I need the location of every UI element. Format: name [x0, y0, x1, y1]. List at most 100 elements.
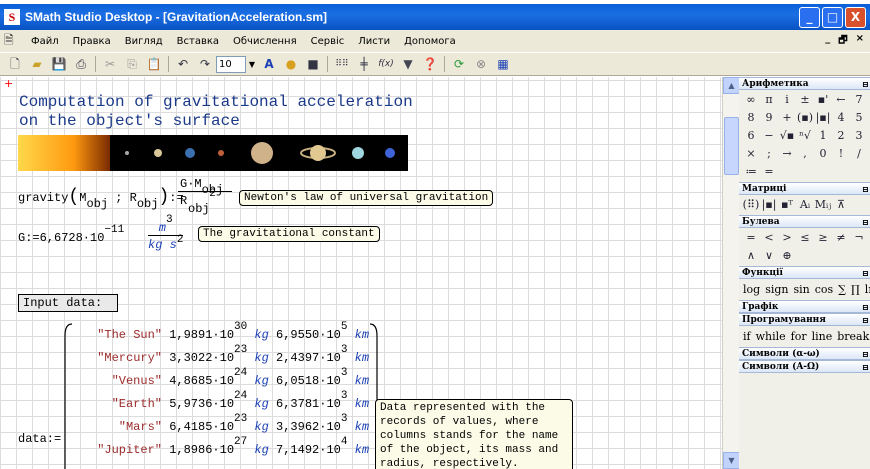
heading-line-2[interactable]: on the object's surface — [19, 112, 240, 130]
collapse-icon[interactable]: ⊟ — [862, 348, 870, 359]
panel-symbol-button[interactable]: ← — [832, 91, 850, 109]
font-size-dropdown-icon[interactable]: ▼ — [246, 56, 258, 73]
panel-function-button[interactable]: for — [791, 330, 807, 343]
smath-app-icon[interactable]: S — [4, 9, 20, 25]
panel-symbol-button[interactable]: ∧ — [742, 247, 760, 265]
document-icon[interactable]: 🗎 — [4, 31, 18, 52]
collapse-icon[interactable]: ⊟ — [862, 301, 870, 312]
open-folder-icon[interactable]: ▰ — [28, 55, 46, 73]
heading-line-1[interactable]: Computation of gravitational acceleratio… — [19, 93, 413, 111]
gravity-definition[interactable]: gravity(Mobj ; Robj):= — [18, 187, 184, 211]
table-row[interactable]: "The Sun" 1,9891·1030 kg 6,9550·105 km — [78, 321, 369, 342]
scroll-thumb[interactable] — [724, 117, 739, 175]
collapse-icon[interactable]: ⊟ — [862, 183, 870, 194]
scroll-up-icon[interactable]: ▲ — [723, 77, 740, 94]
panel-symbol-button[interactable]: < — [760, 229, 778, 247]
panel-section-header[interactable]: Матриці ⊟ — [739, 182, 870, 195]
panel-symbol-button[interactable]: + — [778, 109, 796, 127]
panel-symbol-button[interactable]: 7 — [850, 91, 868, 109]
panel-symbol-button[interactable]: √▪ — [778, 127, 796, 145]
table-row[interactable]: "Mars" 6,4185·1023 kg 3,3962·103 km — [78, 413, 369, 434]
panel-function-button[interactable]: sign — [765, 283, 788, 296]
panel-symbol-button[interactable]: , — [796, 145, 814, 163]
data-assign-label[interactable]: data:= — [18, 432, 61, 446]
panel-symbol-button[interactable]: ⊕ — [778, 247, 796, 265]
panel-symbol-button[interactable]: > — [778, 229, 796, 247]
panel-symbol-button[interactable]: ≤ — [796, 229, 814, 247]
panel-function-button[interactable]: if — [743, 330, 751, 343]
menu-view[interactable]: Вигляд — [118, 36, 170, 47]
panel-symbol-button[interactable]: ▪ᵀ — [778, 196, 796, 214]
panel-symbol-button[interactable]: |▪| — [814, 109, 832, 127]
panel-symbol-button[interactable]: ≠ — [832, 229, 850, 247]
table-row[interactable]: "Earth" 5,9736·1024 kg 6,3781·103 km — [78, 390, 369, 411]
panel-symbol-button[interactable]: ± — [796, 91, 814, 109]
panel-symbol-button[interactable]: ≥ — [814, 229, 832, 247]
panel-symbol-button[interactable]: = — [742, 229, 760, 247]
panel-symbol-button[interactable]: = — [760, 163, 778, 181]
panel-symbol-button[interactable]: 4 — [832, 109, 850, 127]
panel-symbol-button[interactable]: Mᵢⱼ — [814, 196, 832, 214]
panel-section-header[interactable]: Функції ⊟ — [739, 266, 870, 279]
font-size-input[interactable]: 10 — [216, 55, 246, 73]
panel-section-header[interactable]: Арифметика ⊟ — [739, 77, 870, 90]
panel-symbol-button[interactable]: ▪' — [814, 91, 832, 109]
panel-symbol-button[interactable]: / — [850, 145, 868, 163]
menu-sheets[interactable]: Листи — [351, 36, 397, 47]
menu-file[interactable]: Файл — [24, 36, 66, 47]
panel-symbol-button[interactable]: i — [778, 91, 796, 109]
input-data-label[interactable]: Input data: — [18, 294, 118, 312]
panel-function-button[interactable]: ln — [865, 283, 870, 296]
panel-symbol-button[interactable]: |▪| — [760, 196, 778, 214]
panel-symbol-button[interactable]: (▪) — [796, 109, 814, 127]
panel-symbol-button[interactable]: ∨ — [760, 247, 778, 265]
table-row[interactable]: "Venus" 4,8685·1024 kg 6,0518·103 km — [78, 367, 369, 388]
menu-service[interactable]: Сервіс — [304, 36, 352, 47]
panel-symbol-button[interactable]: ≔ — [742, 163, 760, 181]
gravity-note[interactable]: Newton's law of universal gravitation — [239, 190, 494, 206]
menu-edit[interactable]: Правка — [66, 36, 118, 47]
panel-toggle-icon[interactable]: ▦ — [494, 55, 512, 73]
panel-function-button[interactable]: line — [812, 330, 833, 343]
panel-section-header[interactable]: Символи (α-ω) ⊟ — [739, 347, 870, 360]
copy-icon[interactable]: ⎘ — [123, 55, 141, 73]
panel-symbol-button[interactable]: → — [778, 145, 796, 163]
panel-section-header[interactable]: Програмування ⊟ — [739, 313, 870, 326]
collapse-icon[interactable]: ⊟ — [862, 78, 870, 89]
panel-symbol-button[interactable]: 5 — [850, 109, 868, 127]
panel-symbol-button[interactable]: ! — [832, 145, 850, 163]
menu-help[interactable]: Допомога — [397, 36, 463, 47]
panel-symbol-button[interactable]: ⊼ — [832, 196, 850, 214]
panel-function-button[interactable]: break — [837, 330, 869, 343]
panel-symbol-button[interactable]: π — [760, 91, 778, 109]
insert-matrix-icon[interactable]: ⠿⠿ — [333, 55, 351, 73]
recalculate-icon[interactable]: ⟳ — [450, 55, 468, 73]
g-constant-note[interactable]: The gravitational constant — [198, 226, 380, 242]
table-row[interactable]: "Mercury" 3,3022·1023 kg 2,4397·103 km — [78, 344, 369, 365]
help-icon[interactable]: ❓ — [421, 55, 439, 73]
panel-symbol-button[interactable]: (⠿) — [742, 196, 760, 214]
panel-symbol-button[interactable]: ⁿ√ — [796, 127, 814, 145]
undo-icon[interactable]: ↶ — [174, 55, 192, 73]
paste-icon[interactable]: 📋 — [145, 55, 163, 73]
close-button[interactable]: X — [845, 6, 866, 28]
panel-section-header[interactable]: Графік ⊟ — [739, 300, 870, 313]
maximize-button[interactable]: □ — [822, 6, 843, 28]
new-file-icon[interactable]: 🗋 — [6, 55, 24, 73]
panel-function-button[interactable]: while — [756, 330, 786, 343]
panel-symbol-button[interactable]: − — [760, 127, 778, 145]
border-icon[interactable]: ■ — [304, 55, 322, 73]
panel-symbol-button[interactable]: ; — [760, 145, 778, 163]
panel-function-button[interactable]: cos — [815, 283, 833, 296]
insert-plot-icon[interactable]: ╪ — [355, 55, 373, 73]
insert-function-icon[interactable]: f(x) — [377, 55, 395, 73]
panel-function-button[interactable]: log — [743, 283, 760, 296]
panel-section-header[interactable]: Символи (Α-Ω) ⊟ — [739, 360, 870, 373]
print-icon[interactable]: ⎙ — [72, 55, 90, 73]
cut-icon[interactable]: ✂ — [101, 55, 119, 73]
filter-icon[interactable]: ▼ — [399, 55, 417, 73]
worksheet[interactable]: + Computation of gravitational accelerat… — [0, 77, 722, 469]
scroll-down-icon[interactable]: ▼ — [723, 452, 740, 469]
panel-symbol-button[interactable]: 2 — [832, 127, 850, 145]
panel-function-button[interactable]: ∑ — [838, 283, 846, 296]
